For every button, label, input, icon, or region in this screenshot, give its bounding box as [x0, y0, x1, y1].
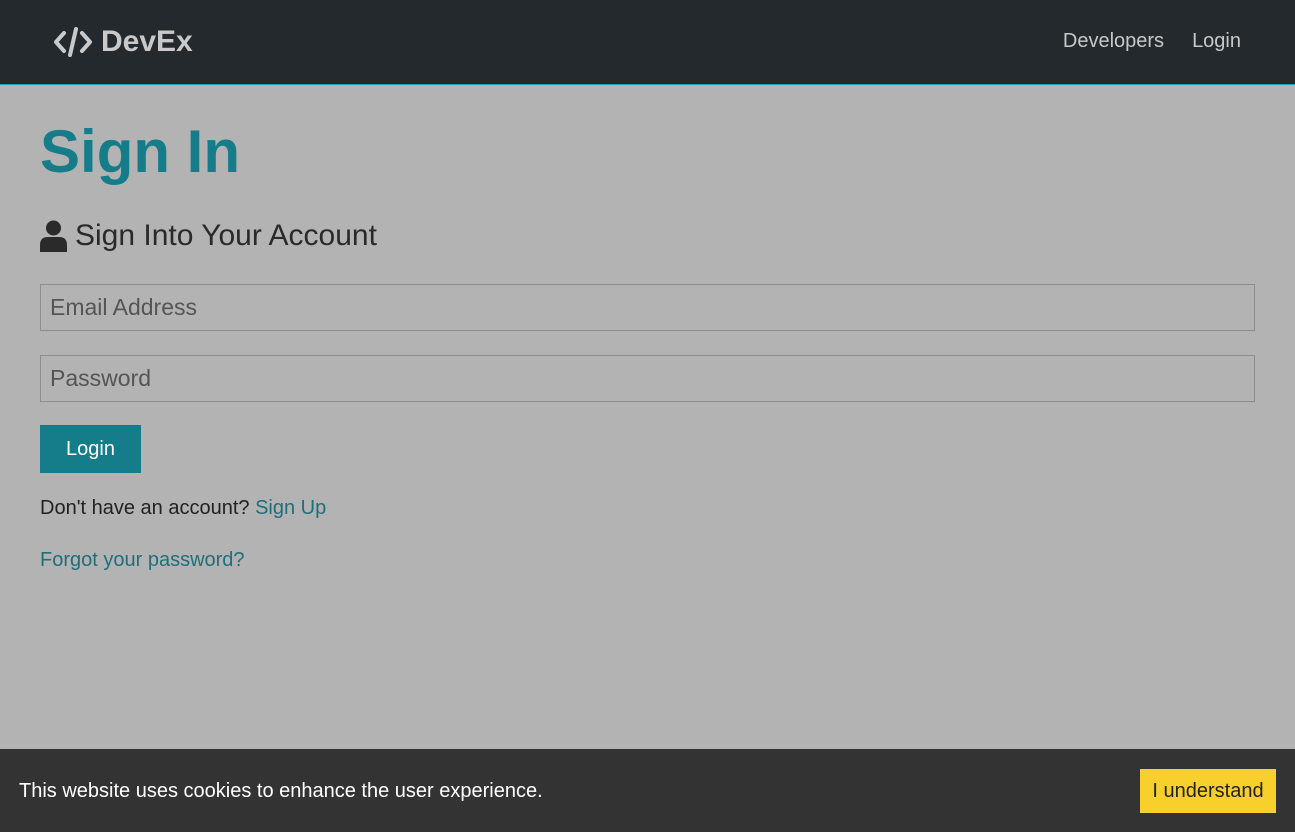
signup-prompt: Don't have an account? Sign Up	[40, 497, 326, 520]
user-icon	[40, 220, 67, 252]
password-field[interactable]	[40, 355, 1255, 402]
brand-link[interactable]: DevEx	[53, 22, 193, 62]
page-subtitle: Sign Into Your Account	[40, 219, 377, 253]
cookie-banner: This website uses cookies to enhance the…	[0, 749, 1295, 832]
page-title: Sign In	[40, 118, 240, 185]
navbar: DevEx Developers Login	[0, 0, 1295, 85]
nav-link-login[interactable]: Login	[1192, 30, 1241, 53]
email-field[interactable]	[40, 284, 1255, 331]
cookie-accept-button[interactable]: I understand	[1140, 769, 1276, 813]
code-icon	[54, 27, 92, 57]
signup-prompt-text: Don't have an account?	[40, 497, 250, 519]
nav-link-developers[interactable]: Developers	[1063, 30, 1164, 53]
brand-name: DevEx	[101, 25, 193, 58]
forgot-password-link[interactable]: Forgot your password?	[40, 549, 245, 572]
signup-link[interactable]: Sign Up	[255, 497, 326, 519]
nav-links: Developers Login	[1035, 30, 1241, 53]
login-button[interactable]: Login	[40, 425, 141, 473]
subtitle-text: Sign Into Your Account	[75, 219, 377, 252]
cookie-message: This website uses cookies to enhance the…	[19, 780, 543, 802]
